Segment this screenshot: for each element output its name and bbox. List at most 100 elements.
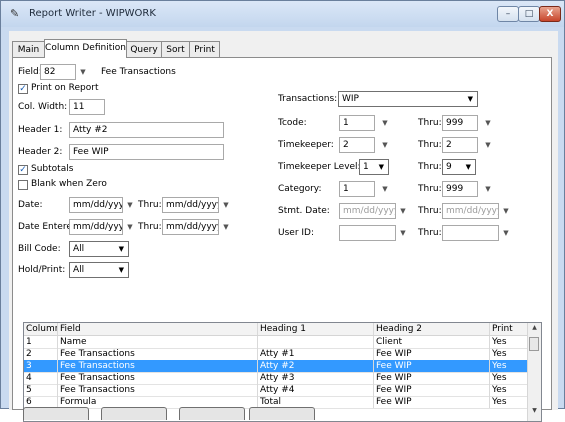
header1-input[interactable]: Atty #2 [69,122,224,138]
cell-column: 3 [24,360,58,372]
col-header-print[interactable]: Print [490,323,529,335]
bill-code-select[interactable]: All ▼ [69,241,129,257]
chevron-down-icon[interactable]: ▼ [482,115,494,131]
timekeeper-level-thru-label: Thru: [418,162,442,172]
category-label: Category: [278,184,322,194]
cell-column: 5 [24,384,58,396]
chevron-down-icon: ▼ [378,163,384,171]
maximize-button[interactable]: □ [518,6,540,22]
cell-heading2: Fee WIP [374,396,490,408]
chevron-down-icon[interactable]: ▼ [379,115,391,131]
chevron-down-icon[interactable]: ▼ [482,137,494,153]
header2-label: Header 2: [18,147,63,157]
stmt-date-input[interactable]: mm/dd/yyyy [339,203,396,219]
chevron-down-icon[interactable]: ▼ [124,219,136,235]
cell-print: Yes [492,361,507,371]
window-title: Report Writer - WIPWORK [29,8,156,19]
scroll-up-icon[interactable]: ▲ [528,324,541,331]
transactions-value: WIP [342,94,359,104]
date-thru-input[interactable]: mm/dd/yyyy [162,197,219,213]
scroll-down-icon[interactable]: ▼ [528,407,541,414]
stmt-date-thru-label: Thru: [418,206,442,216]
header1-label: Header 1: [18,125,63,135]
stmt-date-thru-input[interactable]: mm/dd/yyyy [442,203,499,219]
cell-field: Name [58,336,258,348]
category-thru-label: Thru: [418,184,442,194]
transactions-select[interactable]: WIP ▼ [338,91,478,107]
date-entered-thru-label: Thru: [138,222,162,232]
cell-heading2: Fee WIP [374,360,490,372]
date-entered-thru-input[interactable]: mm/dd/yyyy [162,219,219,235]
cell-heading1: Atty #4 [258,384,374,396]
timekeeper-level-select[interactable]: 1 ▼ [359,159,389,175]
cell-heading1: Atty #2 [258,360,374,372]
tab-main[interactable]: Main [12,41,45,57]
chevron-down-icon[interactable]: ▼ [379,181,391,197]
chevron-down-icon[interactable]: ▼ [379,137,391,153]
col-header-column[interactable]: Column [24,323,58,335]
tab-print[interactable]: Print [189,41,220,57]
cell-column: 2 [24,348,58,360]
chevron-down-icon: ▼ [465,163,471,171]
cell-field: Fee Transactions [58,372,258,384]
user-id-input[interactable] [339,225,396,241]
timekeeper-level-thru-select[interactable]: 9 ▼ [442,159,476,175]
stmt-date-label: Stmt. Date: [278,206,330,216]
timekeeper-input[interactable]: 2 [339,137,375,153]
scroll-thumb[interactable] [529,337,539,351]
close-button[interactable]: X [539,6,561,22]
chevron-down-icon[interactable]: ▼ [220,197,232,213]
col-width-label: Col. Width: [18,102,68,112]
hold-print-value: All [73,265,85,275]
date-input[interactable]: mm/dd/yyyy [69,197,123,213]
timekeeper-level-value: 1 [363,162,369,172]
timekeeper-label: Timekeeper: [278,140,334,150]
subtotals-checkbox[interactable]: ✓ [18,165,28,175]
tcode-thru-input[interactable]: 999 [442,115,478,131]
chevron-down-icon[interactable]: ▼ [397,203,409,219]
date-label: Date: [18,200,43,210]
minimize-button[interactable]: – [497,6,519,22]
header2-input[interactable]: Fee WIP [69,144,224,160]
hold-print-select[interactable]: All ▼ [69,262,129,278]
chevron-down-icon[interactable]: ▼ [124,197,136,213]
tcode-input[interactable]: 1 [339,115,375,131]
blank-when-zero-checkbox[interactable] [18,180,28,190]
title-bar[interactable]: ✎ Report Writer - WIPWORK – □ X [1,1,564,27]
chevron-down-icon: ▼ [118,266,124,274]
checkmark-icon: ✓ [19,165,27,175]
chevron-down-icon[interactable]: ▼ [397,225,409,241]
chevron-down-icon[interactable]: ▼ [77,64,89,80]
chevron-down-icon[interactable]: ▼ [500,203,512,219]
bill-code-label: Bill Code: [18,244,61,254]
blank-when-zero-label: Blank when Zero [31,179,107,189]
tab-sort[interactable]: Sort [161,41,190,57]
category-input[interactable]: 1 [339,181,375,197]
cell-print: Yes [492,373,507,383]
grid-header: Column Field Heading 1 Heading 2 Print [24,323,529,336]
timekeeper-thru-label: Thru: [418,140,442,150]
col-width-input[interactable]: 11 [69,99,105,115]
hold-print-label: Hold/Print: [18,265,66,275]
cell-heading2: Fee WIP [374,348,490,360]
col-header-heading2[interactable]: Heading 2 [374,323,490,335]
user-id-thru-input[interactable] [442,225,499,241]
field-input[interactable]: 82 [40,64,76,80]
chevron-down-icon[interactable]: ▼ [220,219,232,235]
grid-scrollbar[interactable]: ▲ ▼ [527,323,541,421]
tcode-label: Tcode: [278,118,307,128]
col-header-field[interactable]: Field [58,323,258,335]
chevron-down-icon[interactable]: ▼ [500,225,512,241]
timekeeper-thru-input[interactable]: 2 [442,137,478,153]
date-entered-input[interactable]: mm/dd/yyyy [69,219,123,235]
category-thru-input[interactable]: 999 [442,181,478,197]
cell-field: Fee Transactions [58,360,258,372]
cell-field: Fee Transactions [58,384,258,396]
chevron-down-icon: ▼ [118,245,124,253]
col-header-heading1[interactable]: Heading 1 [258,323,374,335]
tab-query[interactable]: Query [126,41,162,57]
chevron-down-icon[interactable]: ▼ [482,181,494,197]
print-on-report-checkbox[interactable]: ✓ [18,84,28,94]
transactions-label: Transactions: [278,94,338,104]
tab-column-definition[interactable]: Column Definition [44,39,127,58]
